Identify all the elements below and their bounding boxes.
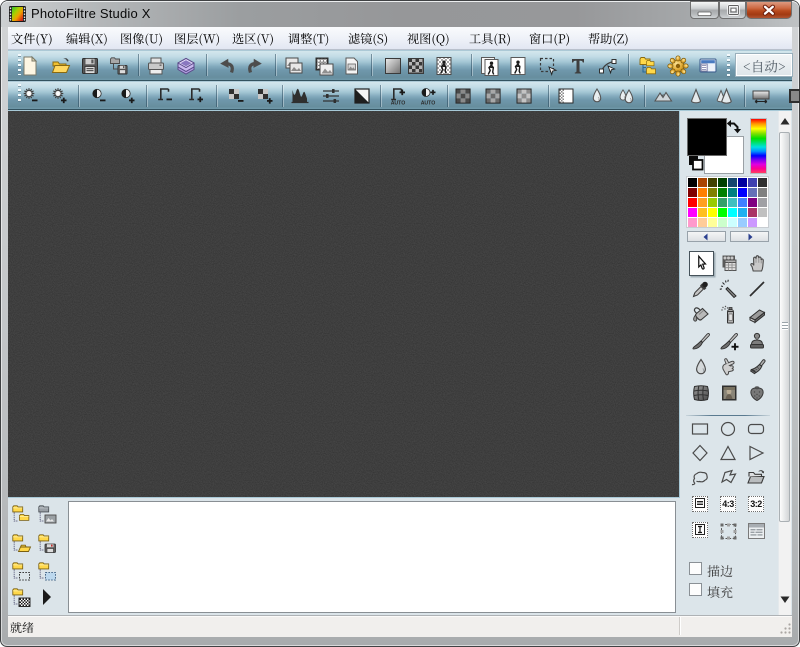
svg-text:AUTO: AUTO	[421, 101, 436, 107]
svg-text:AUTO: AUTO	[391, 101, 406, 107]
